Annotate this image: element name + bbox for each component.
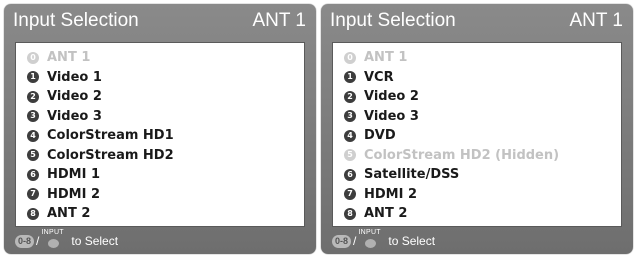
slash-separator: / — [36, 234, 40, 248]
menu-footer-hint: 0-8 / INPUT to Select — [332, 229, 436, 250]
input-item[interactable]: 3 Video 3 — [333, 107, 621, 127]
input-item[interactable]: 6 Satellite/DSS — [333, 165, 621, 185]
menu-title: Input Selection — [13, 10, 139, 31]
number-2-icon: 2 — [27, 90, 39, 103]
input-caption: INPUT — [358, 229, 381, 236]
number-5-icon: 5 — [27, 149, 39, 162]
input-item[interactable]: 2 Video 2 — [16, 87, 304, 107]
number-8-icon: 8 — [27, 207, 39, 220]
input-selection-menu-left: Input Selection ANT 1 0 ANT 1 1 Video 1 2V… — [4, 4, 316, 254]
number-4-icon: 4 — [344, 129, 356, 142]
number-7-icon: 7 — [344, 188, 356, 201]
number-0-icon: 0 — [344, 51, 356, 64]
number-6-icon: 6 — [344, 168, 356, 181]
input-item-label: ColorStream HD2 (Hidden) — [364, 147, 560, 163]
input-item[interactable]: 5 ColorStream HD2 — [16, 146, 304, 166]
input-item-label: Satellite/DSS — [364, 167, 460, 183]
input-item-label: Video 2 — [47, 89, 102, 105]
input-item-label: ANT 1 — [47, 50, 91, 66]
input-item-label: DVD — [364, 128, 396, 144]
input-item[interactable]: 1 VCR — [333, 68, 621, 88]
range-end-label: 8 — [26, 235, 32, 246]
range-end-label: 8 — [343, 235, 349, 246]
menu-title: Input Selection — [330, 10, 456, 31]
input-item[interactable]: 8 ANT 2 — [16, 204, 304, 224]
input-item[interactable]: 6 HDMI 1 — [16, 165, 304, 185]
input-item[interactable]: 3 Video 3 — [16, 107, 304, 127]
input-caption: INPUT — [41, 229, 64, 236]
footer-hint-text: to Select — [71, 234, 119, 248]
input-item[interactable]: 4 ColorStream HD1 — [16, 126, 304, 146]
input-item-label: VCR — [364, 69, 394, 85]
input-selection-menu-right: Input Selection ANT 1 0 ANT 1 1 VCR 2 Video… — [321, 4, 633, 254]
input-button-shape — [365, 239, 377, 248]
number-6-icon: 6 — [27, 168, 39, 181]
number-range-badge: 0-8 — [15, 234, 35, 248]
input-item-label: Video 2 — [364, 89, 419, 105]
input-item-label: Video 1 — [47, 69, 102, 85]
input-item-label: ANT 2 — [47, 206, 91, 222]
input-button-shape — [48, 239, 60, 248]
number-3-icon: 3 — [344, 110, 356, 123]
input-item[interactable]: 4 DVD — [333, 126, 621, 146]
input-item[interactable]: 7 HDMI 2 — [16, 185, 304, 205]
input-item[interactable]: 8 ANT 2 — [333, 204, 621, 224]
input-item[interactable]: 2 Video 2 — [333, 87, 621, 107]
input-item-label: ANT 1 — [364, 50, 408, 66]
number-5-icon: 5 — [344, 149, 356, 162]
number-3-icon: 3 — [27, 110, 39, 123]
number-1-icon: 1 — [27, 71, 39, 84]
number-4-icon: 4 — [27, 129, 39, 142]
current-source-label: ANT 1 — [252, 10, 306, 31]
number-1-icon: 1 — [344, 71, 356, 84]
input-item[interactable]: 5 ColorStream HD2 (Hidden) — [333, 146, 621, 166]
input-item-label: ANT 2 — [364, 206, 408, 222]
input-item-label: HDMI 2 — [47, 186, 101, 202]
input-button-icon: INPUT — [358, 229, 381, 248]
input-list: 0 ANT 1 1 Video 1 2 Video 2 3 Video 3 4 Color… — [15, 42, 305, 227]
input-item-label: Video 3 — [364, 108, 419, 124]
input-list: 0 ANT 1 1 VCR 2 Video 2 3 Video 3 4 DVD 5 Colo… — [332, 42, 622, 227]
number-0-icon: 0 — [27, 51, 39, 64]
input-button-icon: INPUT — [41, 229, 64, 248]
number-8-icon: 8 — [344, 207, 356, 220]
number-range-badge: 0-8 — [332, 234, 352, 248]
input-item[interactable]: 1 Video 1 — [16, 68, 304, 88]
input-item[interactable]: 0 ANT 1 — [16, 48, 304, 68]
input-item[interactable]: 0 ANT 1 — [333, 48, 621, 68]
current-source-label: ANT 1 — [569, 10, 623, 31]
menu-header: Input Selection ANT 1 — [4, 4, 316, 38]
input-item[interactable]: 7 HDMI 2 — [333, 185, 621, 205]
number-2-icon: 2 — [344, 90, 356, 103]
number-7-icon: 7 — [27, 188, 39, 201]
input-item-label: Video 3 — [47, 108, 102, 124]
input-item-label: ColorStream HD1 — [47, 128, 174, 144]
menu-footer-hint: 0-8 / INPUT to Select — [15, 229, 119, 250]
menu-header: Input Selection ANT 1 — [321, 4, 633, 38]
input-item-label: ColorStream HD2 — [47, 147, 174, 163]
input-item-label: HDMI 2 — [364, 186, 418, 202]
input-item-label: HDMI 1 — [47, 167, 101, 183]
slash-separator: / — [353, 234, 357, 248]
footer-hint-text: to Select — [388, 234, 436, 248]
